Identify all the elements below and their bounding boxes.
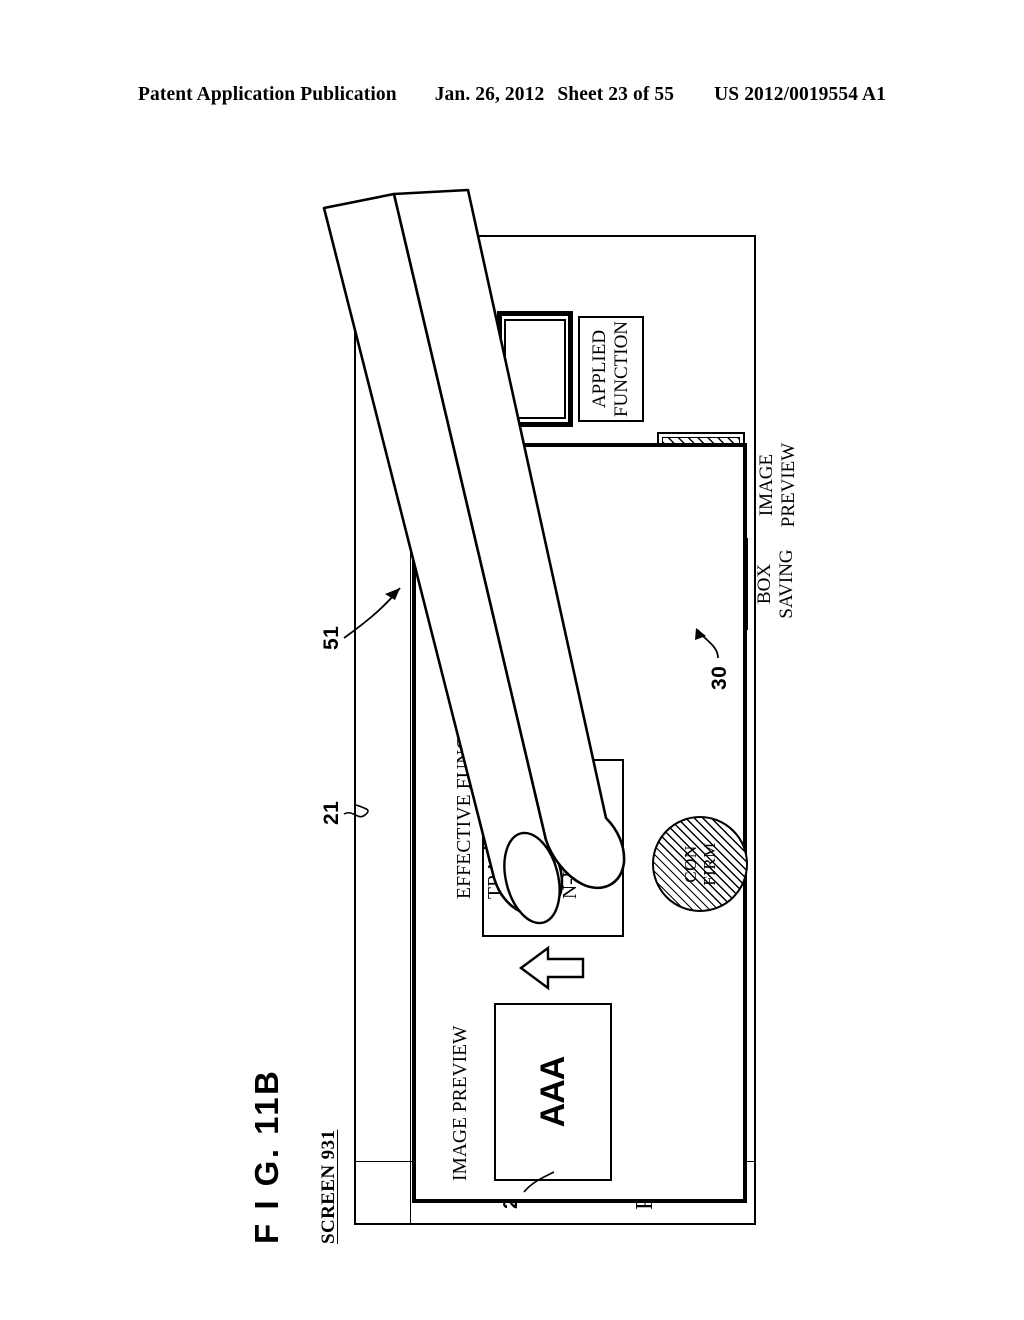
publication-header-date: Jan. 26, 2012 — [434, 84, 545, 105]
publication-header: Patent Application Publication Jan. 26, … — [0, 84, 1024, 106]
publication-header-sheet: Sheet 23 of 55 — [557, 84, 675, 105]
publication-header-title: Patent Application Publication — [137, 84, 397, 105]
publication-header-docnumber: US 2012/0019554 A1 — [714, 84, 887, 105]
figure-canvas: F I G. 11B SCREEN 931 201A PR BASIC FUNC… — [232, 188, 799, 1250]
pointing-finger-illustration — [322, 188, 626, 925]
